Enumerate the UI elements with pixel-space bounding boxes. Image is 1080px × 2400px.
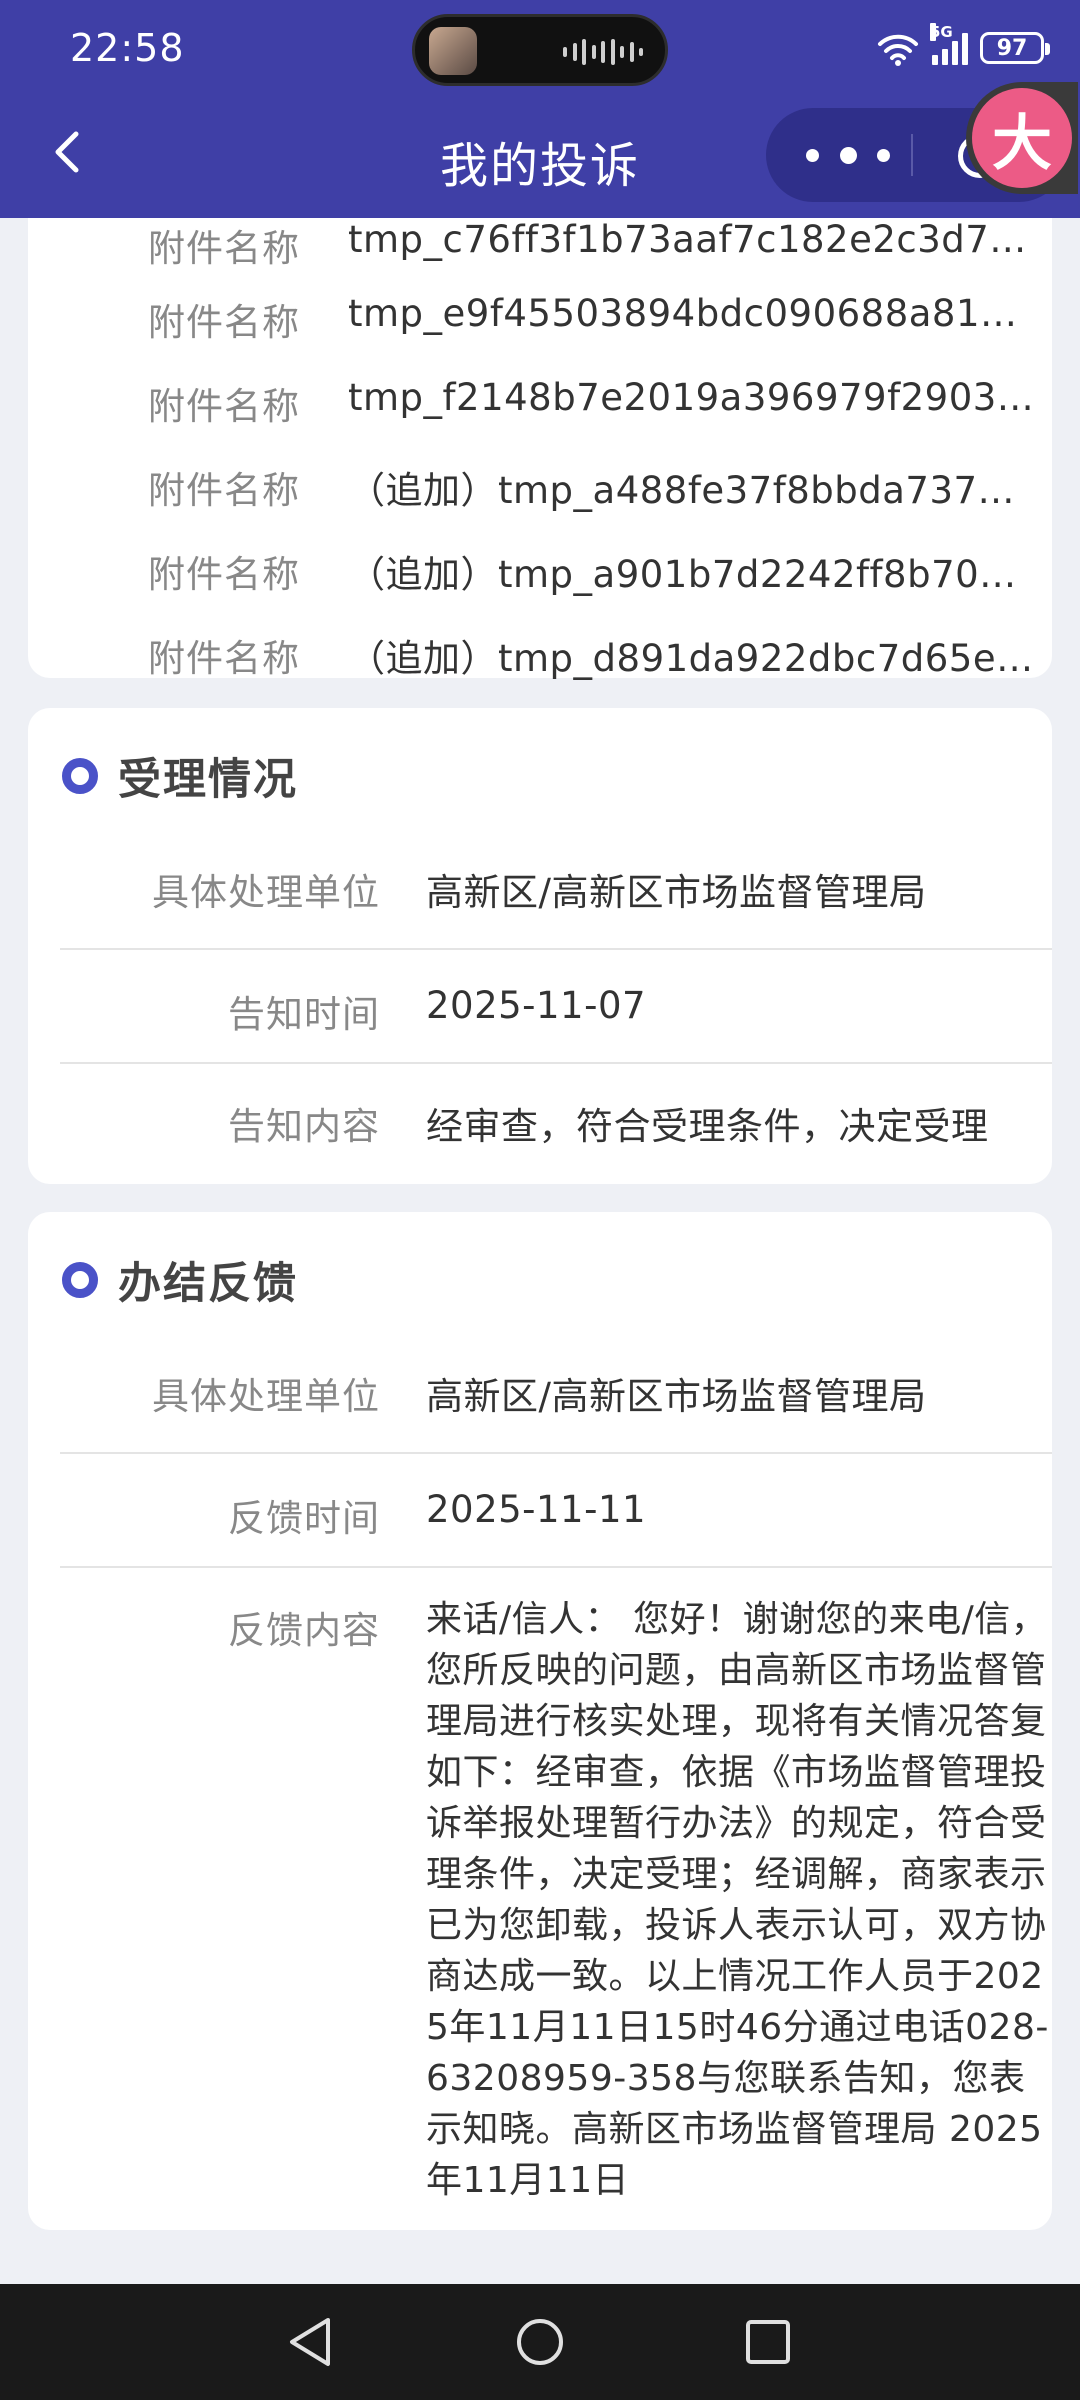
acceptance-title: 受理情况 (118, 755, 298, 805)
more-icon[interactable] (806, 130, 890, 180)
feedback-card: 办结反馈 具体处理单位 高新区/高新区市场监督管理局 反馈时间 2025-11-… (28, 1212, 1052, 2230)
attachment-row[interactable]: 附件名称 tmp_c76ff3f1b73aaf7c182e2c3d7f60... (28, 218, 1052, 302)
network-type: 5G (930, 23, 953, 41)
attachment-name[interactable]: （追加）tmp_a901b7d2242ff8b7001... (348, 544, 1038, 598)
acceptance-time-row: 告知时间 2025-11-07 (60, 950, 1052, 1064)
capsule-divider (911, 134, 913, 176)
attachment-row[interactable]: 附件名称 （追加）tmp_a901b7d2242ff8b7001... (28, 544, 1052, 628)
attachment-label: 附件名称 (148, 553, 300, 596)
attachment-name[interactable]: tmp_f2148b7e2019a396979f2903ff3... (348, 376, 1038, 419)
nav-back-icon[interactable] (284, 2314, 336, 2370)
attachment-label: 附件名称 (148, 301, 300, 344)
attachment-name[interactable]: （追加）tmp_a488fe37f8bbda737d3... (348, 460, 1038, 514)
time-label: 反馈时间 (228, 1497, 380, 1540)
feedback-time-row: 反馈时间 2025-11-11 (60, 1454, 1052, 1568)
content-label: 反馈内容 (228, 1609, 380, 1652)
attachment-row[interactable]: 附件名称 （追加）tmp_a488fe37f8bbda737d3... (28, 460, 1052, 544)
unit-label: 具体处理单位 (152, 871, 380, 914)
acceptance-card: 受理情况 具体处理单位 高新区/高新区市场监督管理局 告知时间 2025-11-… (28, 708, 1052, 1184)
content-scroll[interactable]: 附件名称 tmp_c76ff3f1b73aaf7c182e2c3d7f60...… (0, 218, 1080, 2284)
audio-wave-icon (563, 39, 643, 65)
battery-icon: 97 (980, 32, 1050, 64)
attachment-row[interactable]: 附件名称 tmp_e9f45503894bdc090688a818a6... (28, 292, 1052, 376)
ring-icon (62, 1262, 98, 1298)
attachment-name[interactable]: （追加）tmp_d891da922dbc7d65ea... (348, 628, 1038, 682)
unit-label: 具体处理单位 (152, 1375, 380, 1418)
attachment-name[interactable]: tmp_e9f45503894bdc090688a818a6... (348, 292, 1038, 335)
attachment-label: 附件名称 (148, 385, 300, 428)
content-value: 经审查，符合受理条件，决定受理 (426, 1105, 989, 1148)
nav-bar: 我的投诉 (0, 100, 1080, 218)
attachment-row[interactable]: 附件名称 （追加）tmp_d891da922dbc7d65ea... (28, 628, 1052, 712)
nav-recents-icon[interactable] (742, 2314, 794, 2370)
status-bar: 22:58 5G 97 (0, 0, 1080, 100)
content-label: 告知内容 (228, 1105, 380, 1148)
feedback-unit-row: 具体处理单位 高新区/高新区市场监督管理局 (60, 1326, 1052, 1454)
feedback-header: 办结反馈 (62, 1250, 298, 1310)
attachment-row[interactable]: 附件名称 tmp_f2148b7e2019a396979f2903ff3... (28, 376, 1052, 460)
acceptance-unit-row: 具体处理单位 高新区/高新区市场监督管理局 (60, 822, 1052, 950)
feedback-content-value: 来话/信人： 您好！谢谢您的来电/信，您所反映的问题，由高新区市场监督管理局进行… (426, 1599, 1049, 2201)
time-value: 2025-11-07 (426, 984, 647, 1027)
unit-value: 高新区/高新区市场监督管理局 (426, 871, 927, 914)
ring-icon (62, 758, 98, 794)
app-header: 22:58 5G 97 我的投诉 (0, 0, 1080, 218)
time-label: 告知时间 (228, 993, 380, 1036)
nav-home-icon[interactable] (514, 2314, 566, 2370)
attachment-name[interactable]: tmp_c76ff3f1b73aaf7c182e2c3d7f60... (348, 218, 1038, 261)
floating-badge[interactable]: 大 (966, 82, 1078, 194)
acceptance-header: 受理情况 (62, 746, 298, 806)
island-avatar (429, 27, 477, 75)
attachment-label: 附件名称 (148, 227, 300, 270)
acceptance-content-row: 告知内容 经审查，符合受理条件，决定受理 (60, 1064, 1052, 1174)
feedback-title: 办结反馈 (118, 1259, 298, 1309)
time-value: 2025-11-11 (426, 1488, 647, 1531)
unit-value: 高新区/高新区市场监督管理局 (426, 1375, 927, 1418)
dynamic-island[interactable] (412, 14, 668, 86)
attachment-label: 附件名称 (148, 469, 300, 512)
badge-text: 大 (972, 88, 1072, 188)
signal-icon: 5G (930, 23, 968, 65)
status-time: 22:58 (70, 26, 185, 70)
attachments-card: 附件名称 tmp_c76ff3f1b73aaf7c182e2c3d7f60...… (28, 218, 1052, 680)
feedback-content-row: 反馈内容 来话/信人： 您好！谢谢您的来电/信，您所反映的问题，由高新区市场监督… (60, 1568, 1052, 2218)
wifi-icon (878, 34, 918, 66)
attachment-label: 附件名称 (148, 637, 300, 680)
status-icons: 5G 97 (876, 23, 1050, 70)
system-nav-bar (0, 2284, 1080, 2400)
